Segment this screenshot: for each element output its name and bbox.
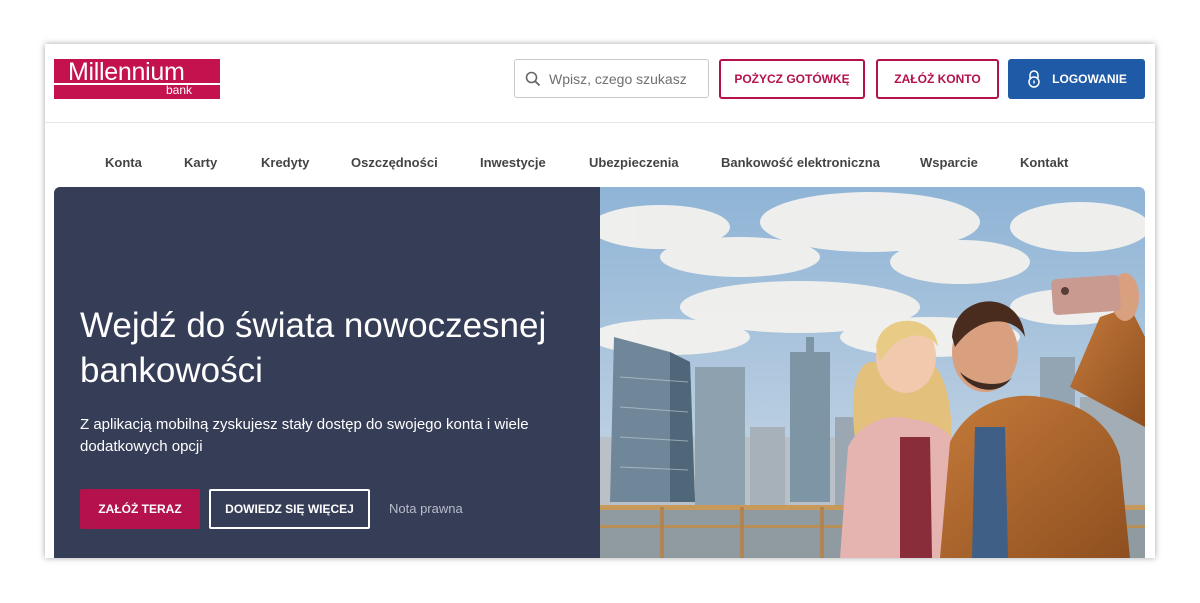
nav-item-wsparcie[interactable]: Wsparcie (920, 155, 978, 170)
legal-note-link[interactable]: Nota prawna (389, 501, 463, 516)
padlock-icon (1028, 70, 1040, 88)
learn-more-button[interactable]: DOWIEDZ SIĘ WIĘCEJ (209, 489, 370, 529)
loan-button[interactable]: POŻYCZ GOTÓWKĘ (719, 59, 865, 99)
nav-item-bankowosc-elektroniczna[interactable]: Bankowość elektroniczna (721, 155, 880, 170)
search-icon (525, 71, 541, 86)
logo-sub: bank (165, 83, 192, 97)
hero-image (590, 187, 1145, 558)
nav-item-karty[interactable]: Karty (184, 155, 217, 170)
search-box[interactable] (514, 59, 709, 98)
main-nav: Konta Karty Kredyty Oszczędności Inwesty… (45, 155, 1155, 171)
millennium-logo[interactable]: Millennium bank (54, 58, 220, 99)
search-input[interactable] (547, 69, 701, 88)
page-frame: Millennium bank POŻYCZ GOTÓWKĘ ZAŁÓŻ KON… (45, 44, 1155, 558)
hero-subtitle: Z aplikacją mobilną zyskujesz stały dost… (80, 416, 529, 455)
header-divider (45, 122, 1155, 123)
open-account-button[interactable]: ZAŁÓŻ KONTO (876, 59, 999, 99)
hero-banner: Wejdź do świata nowoczesnej bankowości Z… (54, 187, 1145, 558)
hero-title-line1: Wejdź do świata nowoczesnej (80, 306, 547, 345)
hero-text-panel: Wejdź do świata nowoczesnej bankowości Z… (54, 187, 600, 558)
logo-divider (54, 83, 220, 85)
nav-item-inwestycje[interactable]: Inwestycje (480, 155, 546, 170)
nav-item-kontakt[interactable]: Kontakt (1020, 155, 1068, 170)
nav-item-konta[interactable]: Konta (105, 155, 142, 170)
nav-item-ubezpieczenia[interactable]: Ubezpieczenia (589, 155, 679, 170)
signup-now-button[interactable]: ZAŁÓŻ TERAZ (80, 489, 200, 529)
hero-title: Wejdź do świata nowoczesnej bankowości (80, 303, 580, 393)
login-label: LOGOWANIE (1052, 72, 1127, 86)
hero-photo-illustration (590, 187, 1145, 558)
hero-title-line2: bankowości (80, 351, 263, 390)
nav-item-kredyty[interactable]: Kredyty (261, 155, 309, 170)
nav-item-oszczednosci[interactable]: Oszczędności (351, 155, 438, 170)
login-button[interactable]: LOGOWANIE (1008, 59, 1145, 99)
